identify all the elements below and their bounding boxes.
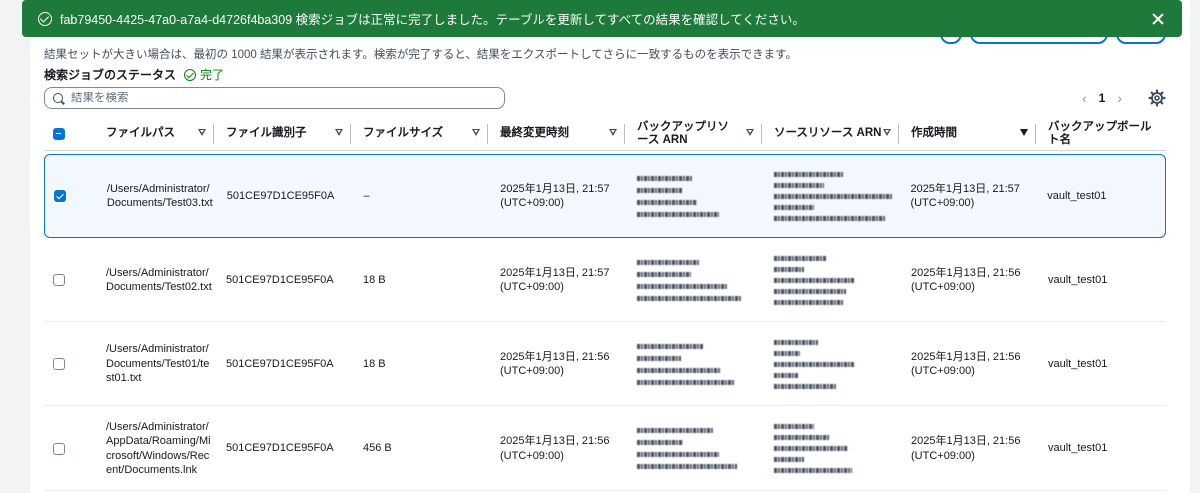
cell-vault-name: vault_test01 [1048, 357, 1108, 370]
col-label: ファイルパス [106, 127, 175, 139]
cell-file-size: 456 B [363, 442, 392, 455]
close-icon[interactable] [1148, 9, 1168, 29]
cell-vault-name: vault_test01 [1047, 189, 1107, 202]
settings-gear-icon[interactable] [1148, 89, 1166, 107]
cell-last-modified: 2025年1月13日, 21:57 (UTC+09:00) [500, 266, 610, 294]
col-file-id[interactable]: ファイル識別子 [214, 117, 351, 150]
cell-file-id: 501CE97D1CE95F0A [226, 442, 334, 455]
cell-last-modified: 2025年1月13日, 21:57 (UTC+09:00) [500, 182, 610, 210]
table-row[interactable]: /Users/Administrator/Documents/Test02.tx… [44, 239, 1166, 322]
cell-last-modified: 2025年1月13日, 21:56 (UTC+09:00) [500, 350, 610, 378]
col-label: 最終変更時刻 [500, 127, 569, 139]
col-label: ファイル識別子 [226, 127, 307, 139]
col-vault-name[interactable]: バックアップボールト名 [1036, 117, 1166, 150]
row-checkbox[interactable] [53, 442, 65, 455]
cell-file-size: – [363, 189, 370, 202]
cell-vault-name: vault_test01 [1048, 273, 1108, 286]
col-backup-arn[interactable]: バックアップリソース ARN [625, 117, 762, 150]
row-select-cell [45, 190, 95, 202]
row-select-cell [44, 274, 94, 286]
results-panel: 結果セットが大きい場合は、最初の 1000 結果が表示されます。検索が完了すると… [30, 0, 1190, 493]
cell-vault-name: vault_test01 [1048, 442, 1108, 455]
cell-created: 2025年1月13日, 21:56 (UTC+09:00) [911, 435, 1021, 462]
row-checkbox[interactable] [53, 358, 65, 370]
status-value: 完了 [184, 66, 224, 83]
sort-icon[interactable] [472, 129, 480, 136]
cell-file-path: /Users/Administrator/Documents/Test02.tx… [106, 266, 212, 294]
col-label: バックアップボールト名 [1048, 120, 1152, 146]
sort-icon[interactable] [609, 129, 617, 136]
sort-icon[interactable] [198, 129, 206, 136]
pagination: ‹ 1 › [1082, 90, 1122, 106]
current-page[interactable]: 1 [1099, 91, 1106, 105]
results-description: 結果セットが大きい場合は、最初の 1000 結果が表示されます。検索が完了すると… [44, 49, 798, 61]
col-label: ファイルサイズ [363, 127, 444, 139]
select-all-checkbox[interactable] [53, 127, 65, 140]
search-input[interactable] [71, 92, 491, 104]
row-select-cell [44, 442, 94, 455]
cell-source-arn-redacted [762, 424, 899, 473]
cell-file-size: 18 B [363, 357, 386, 370]
col-source-arn[interactable]: ソースリソース ARN [762, 117, 899, 150]
col-label: ソースリソース ARN [774, 127, 882, 139]
search-job-status: 検索ジョブのステータス 完了 [44, 66, 224, 83]
cell-file-id: 501CE97D1CE95F0A [226, 189, 335, 202]
row-select-cell [44, 358, 94, 370]
search-icon [53, 93, 63, 103]
cell-file-path: /Users/Administrator/Documents/Test01/te… [106, 343, 210, 385]
cell-file-path: /Users/Administrator/Documents/Test03.tx… [106, 182, 213, 210]
cell-source-arn-redacted [762, 171, 899, 221]
col-created[interactable]: 作成時間 [899, 117, 1036, 150]
status-text: 完了 [200, 68, 225, 82]
col-label: バックアップリソース ARN [637, 120, 729, 146]
cell-backup-arn-redacted [625, 175, 762, 217]
cell-created: 2025年1月13日, 21:56 (UTC+09:00) [911, 266, 1021, 294]
cell-backup-arn-redacted [625, 259, 762, 301]
next-page-button[interactable]: › [1117, 90, 1122, 106]
sort-descending-icon[interactable] [1020, 129, 1028, 136]
cell-source-arn-redacted [762, 255, 899, 305]
success-check-icon [38, 11, 52, 26]
col-last-modified[interactable]: 最終変更時刻 [488, 117, 625, 150]
cell-source-arn-redacted [762, 339, 899, 389]
sort-icon[interactable] [746, 129, 754, 136]
cell-backup-arn-redacted [625, 343, 762, 385]
prev-page-button[interactable]: ‹ [1082, 90, 1087, 106]
cell-created: 2025年1月13日, 21:57 (UTC+09:00) [910, 182, 1020, 210]
row-checkbox[interactable] [53, 274, 65, 286]
table-row[interactable]: /Users/Administrator/Documents/Test01/te… [44, 323, 1166, 406]
status-success-icon [184, 68, 197, 81]
table-header: ファイルパス ファイル識別子 ファイルサイズ 最終変更時刻 バックアップリソース… [44, 117, 1166, 151]
status-label: 検索ジョブのステータス [44, 68, 177, 82]
cell-created: 2025年1月13日, 21:56 (UTC+09:00) [911, 350, 1021, 378]
cell-last-modified: 2025年1月13日, 21:56 (UTC+09:00) [500, 435, 610, 462]
table-row[interactable]: /Users/Administrator/AppData/Roaming/Mic… [44, 407, 1166, 491]
cell-backup-arn-redacted [625, 428, 762, 469]
results-search[interactable] [44, 87, 505, 109]
cell-file-size: 18 B [363, 273, 386, 286]
row-checkbox[interactable] [54, 190, 66, 202]
sort-icon[interactable] [883, 129, 891, 136]
success-flashbar: fab79450-4425-47a0-a7a4-d4726f4ba309 検索ジ… [22, 0, 1182, 37]
table-row[interactable]: /Users/Administrator/Documents/Test03.tx… [44, 154, 1166, 238]
select-all-cell [44, 117, 94, 150]
col-label: 作成時間 [911, 127, 957, 139]
cell-file-id: 501CE97D1CE95F0A [226, 273, 334, 286]
flash-message: fab79450-4425-47a0-a7a4-d4726f4ba309 検索ジ… [60, 13, 805, 27]
sort-icon[interactable] [335, 129, 343, 136]
cell-file-id: 501CE97D1CE95F0A [226, 357, 334, 370]
col-file-path[interactable]: ファイルパス [94, 117, 214, 150]
col-file-size[interactable]: ファイルサイズ [351, 117, 488, 150]
cell-file-path: /Users/Administrator/AppData/Roaming/Mic… [106, 420, 211, 477]
